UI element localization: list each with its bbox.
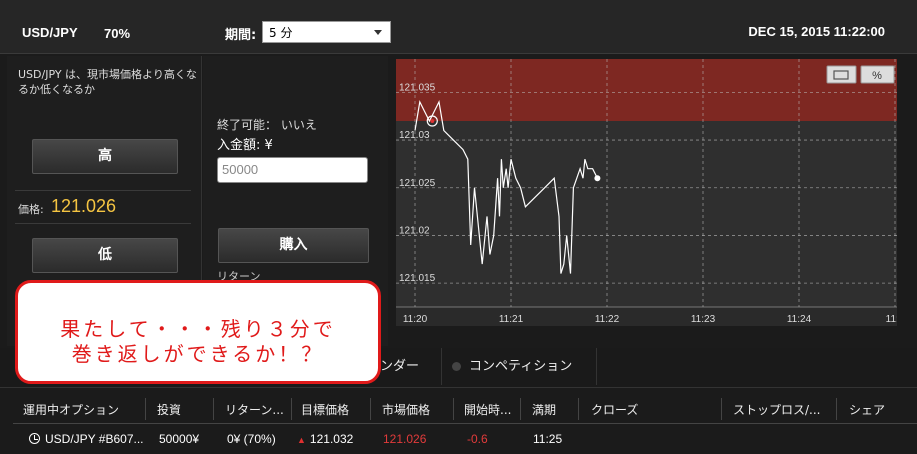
x-tick-label: 11:21: [499, 314, 524, 325]
divider: [721, 398, 722, 420]
clock-icon: [29, 433, 40, 444]
current-datetime: DEC 15, 2015 11:22:00: [748, 24, 885, 39]
y-tick-label: 121.035: [399, 82, 436, 93]
investment-cell: 50000¥: [159, 432, 200, 446]
divider: [578, 398, 579, 420]
y-tick-label: 121.02: [399, 225, 430, 236]
payout-percent: 70%: [104, 26, 131, 41]
high-button[interactable]: 高: [32, 139, 178, 174]
target-price: 121.032: [309, 432, 354, 446]
amount-input[interactable]: 50000: [217, 157, 368, 183]
x-tick-label: 11:20: [403, 314, 428, 325]
top-bar: USD/JPY 70% 期間: 5 分 DEC 15, 2015 11:22:0…: [0, 0, 917, 54]
col-header[interactable]: シェア: [849, 401, 885, 418]
price-chart[interactable]: 121.035 121.03 121.025 121.02 121.015 11:20 11…: [396, 59, 905, 326]
callout-line: 巻き返しができるか！？: [71, 342, 325, 366]
entry-marker-dot: [430, 119, 435, 123]
col-header[interactable]: リターン...: [225, 401, 284, 418]
low-button[interactable]: 低: [32, 238, 178, 273]
below-target-zone: [396, 121, 897, 307]
x-axis-band: [396, 307, 897, 326]
y-tick-label: 121.03: [399, 130, 430, 141]
arrow-up-icon: ▲: [297, 435, 306, 445]
x-tick-label: 11:23: [691, 314, 716, 325]
col-header[interactable]: 市場価格: [382, 401, 430, 418]
period-select[interactable]: 5 分: [262, 21, 391, 43]
x-tick-label: 11:22: [595, 314, 620, 325]
divider: [145, 398, 146, 420]
expiry-cell: 11:25: [533, 432, 563, 446]
return-cell: 0¥ (70%): [227, 432, 276, 446]
period-label: 期間:: [225, 28, 257, 43]
competition-icon: [452, 362, 461, 371]
divider: [453, 398, 454, 420]
col-header[interactable]: 満期: [532, 401, 556, 418]
divider: [15, 190, 191, 191]
divider: [836, 398, 837, 420]
above-target-zone: [396, 59, 897, 121]
option-id: USD/JPY #B607...: [45, 432, 144, 446]
col-header[interactable]: 開始時...: [464, 401, 511, 418]
x-tick-label: 11:24: [787, 314, 812, 325]
divider: [370, 398, 371, 420]
table-row[interactable]: USD/JPY #B607... 50000¥ 0¥ (70%) ▲ 121.03…: [13, 425, 917, 454]
start-diff-cell: -0.6: [467, 432, 488, 446]
divider: [291, 398, 292, 420]
x-tick-label: 11:2: [886, 314, 897, 325]
col-header[interactable]: 運用中オプション: [23, 401, 119, 418]
close-availability: 終了可能： いいえ: [217, 118, 317, 132]
percent-icon-glyph: %: [872, 70, 882, 82]
col-header[interactable]: 目標価格: [301, 401, 349, 418]
option-cell: USD/JPY #B607...: [29, 432, 144, 446]
market-cell: 121.026: [383, 432, 427, 446]
annotation-callout: 果たして・・・残り３分で 巻き返しができるか！？: [15, 280, 381, 384]
current-price-point: [594, 175, 601, 182]
amount-label: 入金額: ¥: [217, 138, 273, 153]
target-cell: ▲ 121.032: [297, 432, 353, 446]
price-chart-svg: 121.035 121.03 121.025 121.02 121.015 11:20 11…: [396, 59, 905, 326]
col-header[interactable]: クローズ: [591, 401, 638, 418]
y-tick-label: 121.015: [399, 273, 436, 284]
current-price: 121.026: [51, 196, 117, 216]
col-header[interactable]: 投資: [157, 401, 181, 418]
col-header[interactable]: ストップロス/...: [733, 401, 821, 418]
chevron-down-icon: [374, 30, 382, 35]
buy-button[interactable]: 購入: [218, 228, 369, 263]
asset-pair: USD/JPY: [22, 25, 78, 40]
divider: [520, 398, 521, 420]
table-header: 運用中オプション 投資 リターン... 目標価格 市場価格 開始時... 満期 …: [13, 392, 917, 424]
period-value: 5 分: [269, 26, 293, 40]
divider: [15, 223, 191, 224]
divider: [213, 398, 214, 420]
price-label: 価格:: [18, 203, 44, 216]
option-description: USD/JPY は、現市場価格より高くなるか低くなるか: [18, 68, 197, 96]
tab-competition[interactable]: コンペティション: [442, 348, 597, 385]
tab-competition-label: コンペティション: [469, 359, 573, 374]
window-icon[interactable]: [826, 65, 857, 84]
y-tick-label: 121.025: [399, 178, 436, 189]
